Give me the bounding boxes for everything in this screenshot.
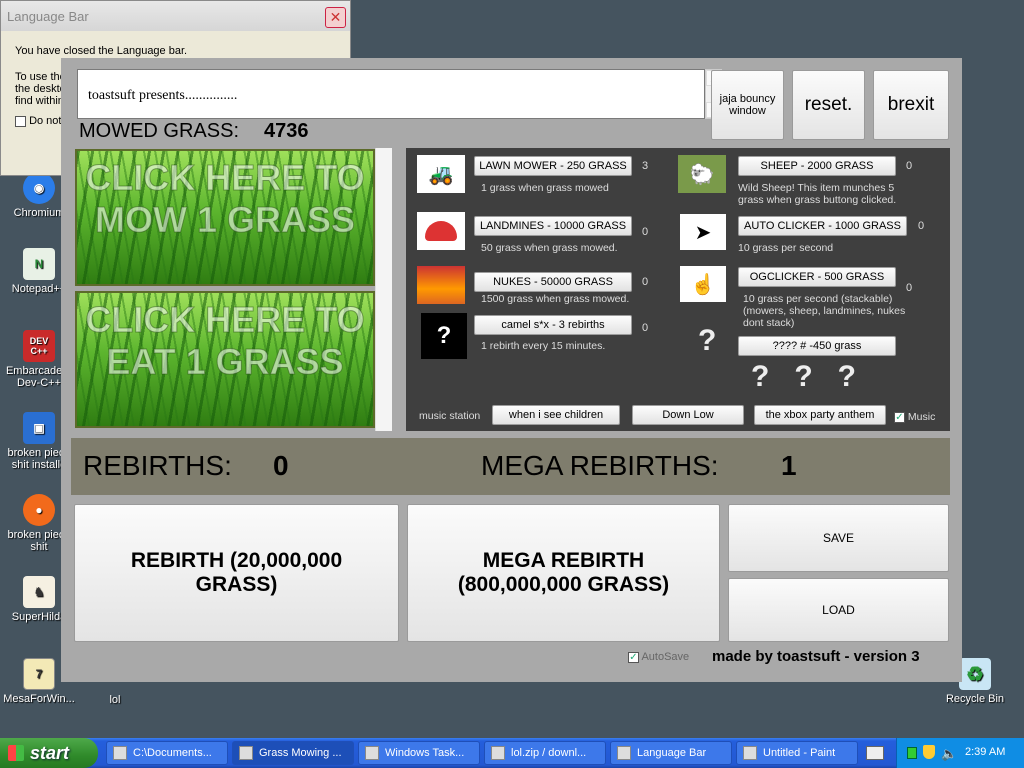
camel-desc: 1 rebirth every 15 minutes. — [481, 340, 606, 352]
autosave-toggle[interactable]: ✓ AutoSave — [628, 651, 689, 663]
mowed-grass-label: MOWED GRASS: — [79, 120, 240, 142]
cursor-arrow-icon: ➤ — [680, 214, 726, 250]
archive-icon — [113, 746, 127, 760]
firefox-icon: ● — [23, 494, 55, 526]
keyboard-icon[interactable] — [866, 746, 884, 760]
camel-count: 0 — [642, 322, 649, 334]
language-bar-message: You have closed the Language bar. — [15, 45, 188, 57]
rebirths-label: REBIRTHS: — [83, 450, 232, 481]
grass-mowing-window: toastsuft presents............... ▲ ▼ ja… — [61, 58, 962, 682]
taskbar: start C:\Documents... Grass Mowing ... W… — [0, 738, 1024, 768]
buy-autoclicker-button[interactable]: AUTO CLICKER - 1000 GRASS — [738, 216, 907, 236]
task-lol-zip[interactable]: lol.zip / downl... — [484, 741, 606, 765]
reset-button[interactable]: reset. — [792, 70, 865, 140]
autoclicker-desc: 10 grass per second — [738, 242, 834, 254]
security-shield-icon[interactable] — [923, 745, 935, 759]
mystery-icon: ? — [421, 313, 467, 359]
buy-camel-button[interactable]: camel s*x - 3 rebirths — [474, 315, 632, 335]
brexit-button[interactable]: brexit — [873, 70, 949, 140]
task-manager-icon — [365, 746, 379, 760]
buy-lawn-mower-button[interactable]: LAWN MOWER - 250 GRASS — [474, 156, 632, 176]
installer-icon: ▣ — [23, 412, 55, 444]
desktop-icon-lol[interactable]: lol — [80, 682, 150, 706]
system-tray: 🔈 2:39 AM — [896, 738, 1024, 768]
folder-zip-icon — [491, 746, 505, 760]
buy-mystery-button[interactable]: ???? # -450 grass — [738, 336, 896, 356]
track-when-i-see-children-button[interactable]: when i see children — [492, 405, 620, 425]
buy-landmines-button[interactable]: LANDMINES - 10000 GRASS — [474, 216, 632, 236]
track-xbox-party-anthem-button[interactable]: the xbox party anthem — [754, 405, 886, 425]
save-button[interactable]: SAVE — [728, 504, 949, 572]
buy-ogclicker-button[interactable]: OGCLICKER - 500 GRASS — [738, 267, 896, 287]
nuke-icon — [417, 266, 465, 304]
hand-cursor-icon: ☝ — [680, 266, 726, 302]
language-bar-titlebar[interactable]: Language Bar — [1, 1, 350, 31]
superhilda-icon: ♞ — [23, 576, 55, 608]
buy-nukes-button[interactable]: NUKES - 50000 GRASS — [474, 272, 632, 292]
folder-icon — [617, 746, 631, 760]
notepadpp-icon: N — [23, 248, 55, 280]
paint-icon — [743, 746, 757, 760]
task-documents[interactable]: C:\Documents... — [106, 741, 228, 765]
windows-flag-icon — [8, 745, 24, 761]
task-windows-task-manager[interactable]: Windows Task... — [358, 741, 480, 765]
landmines-count: 0 — [642, 226, 649, 238]
do-not-checkbox[interactable] — [15, 115, 26, 127]
do-not-label: Do not — [29, 115, 62, 127]
task-grass-mowing[interactable]: Grass Mowing ... — [232, 741, 354, 765]
ogclicker-desc: 10 grass per second (stackable) (mowers,… — [743, 293, 906, 329]
mega-rebirths-value: 1 — [781, 450, 797, 481]
music-station-label: music station — [419, 410, 481, 422]
sheep-desc: Wild Sheep! This item munches 5 grass wh… — [738, 182, 897, 206]
recycle-bin-icon: ♻ — [959, 658, 991, 690]
autoclicker-count: 0 — [918, 220, 925, 232]
presents-text: toastsuft presents............... — [88, 88, 238, 103]
nukes-count: 0 — [642, 276, 649, 288]
presents-textbox[interactable]: toastsuft presents............... — [77, 69, 705, 119]
music-checkbox[interactable]: ✓ — [894, 411, 905, 423]
shop-panel: 🚜 LAWN MOWER - 250 GRASS 3 1 grass when … — [406, 148, 950, 431]
lawn-mower-desc: 1 grass when grass mowed — [481, 182, 609, 194]
jaja-bouncy-window-button[interactable]: jaja bouncy window — [711, 70, 784, 140]
archive-icon: 7 — [23, 658, 55, 690]
mega-rebirth-button[interactable]: MEGA REBIRTH (800,000,000 GRASS) — [407, 504, 720, 642]
landmine-icon — [417, 212, 465, 250]
grass-scrollbar[interactable] — [375, 148, 392, 431]
locked-items-question-marks: ? ? ? — [751, 360, 856, 393]
volume-icon[interactable]: 🔈 — [941, 746, 957, 762]
credit-text: made by toastsuft - version 3 — [712, 648, 920, 665]
music-toggle[interactable]: ✓ Music — [894, 411, 935, 423]
mowed-grass-value: 4736 — [264, 120, 309, 142]
mega-rebirths-label: MEGA REBIRTHS: — [481, 450, 719, 481]
sheep-count: 0 — [906, 160, 913, 172]
start-button[interactable]: start — [0, 738, 98, 768]
landmines-desc: 50 grass when grass mowed. — [481, 242, 618, 254]
nukes-desc: 1500 grass when grass mowed. — [481, 293, 630, 305]
close-icon[interactable]: ✕ — [325, 7, 346, 28]
single-question-mark: ? — [698, 324, 717, 357]
app-icon — [239, 746, 253, 760]
lawn-mower-count: 3 — [642, 160, 649, 172]
track-down-low-button[interactable]: Down Low — [632, 405, 744, 425]
autosave-checkbox[interactable]: ✓ — [628, 651, 639, 663]
sheep-icon: 🐑 — [678, 155, 726, 193]
rebirth-stats-bar: REBIRTHS: 0 MEGA REBIRTHS: 1 — [71, 438, 950, 495]
load-button[interactable]: LOAD — [728, 578, 949, 642]
language-bar-title: Language Bar — [7, 8, 89, 24]
chromium-icon: ◉ — [23, 172, 55, 204]
rebirths-value: 0 — [273, 450, 289, 481]
task-paint[interactable]: Untitled - Paint — [736, 741, 858, 765]
task-language-bar[interactable]: Language Bar — [610, 741, 732, 765]
buy-sheep-button[interactable]: SHEEP - 2000 GRASS — [738, 156, 896, 176]
network-icon[interactable] — [907, 747, 917, 759]
mow-grass-button[interactable]: CLICK HERE TO MOW 1 GRASS — [75, 149, 375, 286]
rebirth-button[interactable]: REBIRTH (20,000,000 GRASS) — [74, 504, 399, 642]
devcpp-icon: DEV C++ — [23, 330, 55, 362]
clock[interactable]: 2:39 AM — [965, 746, 1005, 758]
lawn-mower-icon: 🚜 — [417, 155, 465, 193]
eat-grass-button[interactable]: CLICK HERE TO EAT 1 GRASS — [75, 291, 375, 428]
